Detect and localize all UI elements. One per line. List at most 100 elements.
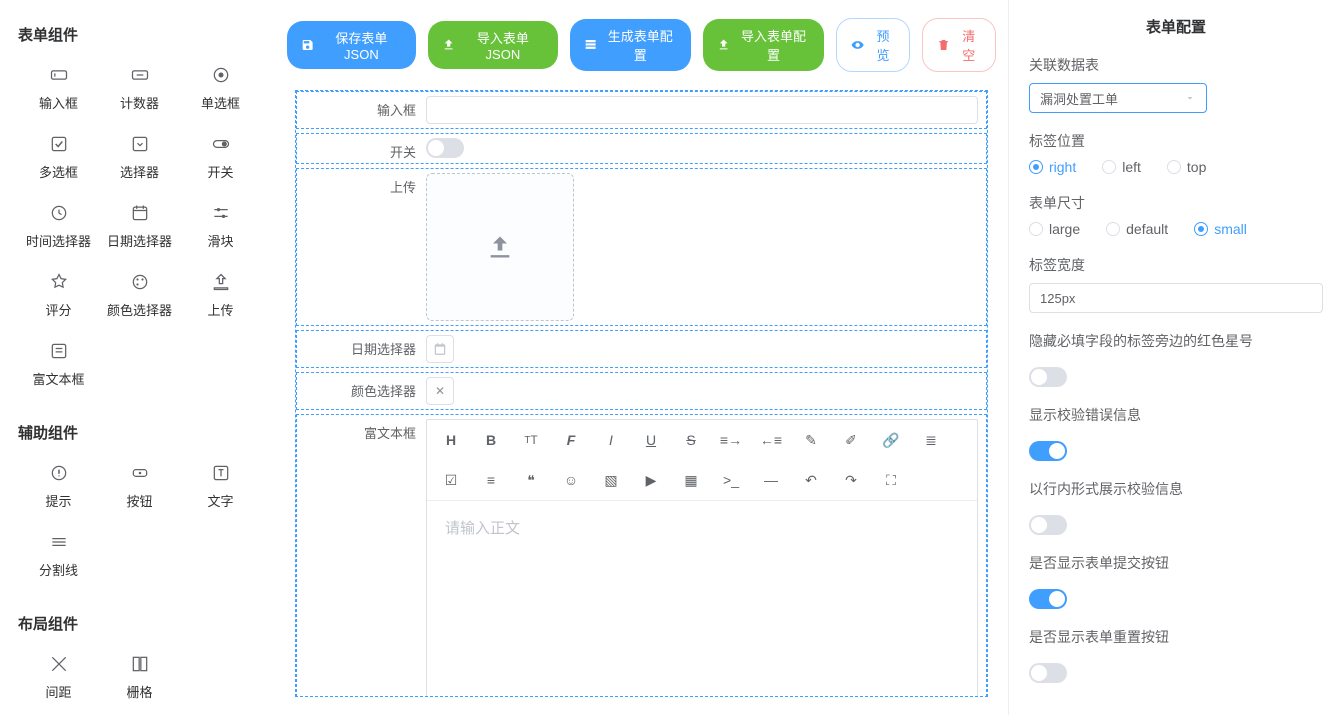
- palette-button[interactable]: 按钮: [99, 455, 180, 524]
- palette-counter[interactable]: 计数器: [99, 57, 180, 126]
- palette-radio[interactable]: 单选框: [180, 57, 261, 126]
- input-field[interactable]: [426, 96, 978, 124]
- canvas-row-color[interactable]: 颜色选择器 ✕: [296, 372, 987, 410]
- gen-config-button[interactable]: 生成表单配置: [570, 19, 691, 71]
- panel-title: 表单配置: [1009, 0, 1343, 55]
- alert-icon: [49, 463, 69, 483]
- list-icon[interactable]: ≣: [911, 420, 951, 460]
- field-label: 是否显示表单提交按钮: [1029, 553, 1323, 573]
- heading-icon[interactable]: H: [431, 420, 471, 460]
- bold-icon[interactable]: B: [471, 420, 511, 460]
- palette-rate[interactable]: 评分: [18, 264, 99, 333]
- canvas-row-label: 上传: [301, 171, 426, 196]
- label-width-input[interactable]: [1029, 283, 1323, 313]
- field-label: 隐藏必填字段的标签旁边的红色星号: [1029, 331, 1323, 351]
- outdent-icon[interactable]: ←≡: [751, 420, 791, 460]
- canvas-row-richtext[interactable]: 富文本框 HBTTFIUS≡→←≡✎✐🔗≣ ☑≡❝☺▧▶▦>_—↶↷⛶ 请输入正文: [296, 414, 987, 697]
- palette-item-label: 开关: [207, 162, 233, 181]
- align-icon[interactable]: ≡: [471, 460, 511, 500]
- brush-icon[interactable]: ✐: [831, 420, 871, 460]
- section-title-helper: 辅助组件: [18, 422, 265, 443]
- color-picker-box[interactable]: ✕: [426, 377, 454, 405]
- code-icon[interactable]: >_: [711, 460, 751, 500]
- palette-item-label: 单选框: [201, 93, 240, 112]
- palette-item-label: 滑块: [207, 231, 233, 250]
- canvas-row-switch[interactable]: 开关: [296, 133, 987, 164]
- import-json-button[interactable]: 导入表单JSON: [428, 21, 557, 69]
- rte-body[interactable]: 请输入正文: [427, 501, 977, 697]
- hr-icon[interactable]: —: [751, 460, 791, 500]
- preview-button[interactable]: 预览: [836, 18, 910, 72]
- canvas-row-label: 日期选择器: [301, 333, 426, 358]
- form-config-panel: 表单配置 关联数据表 漏洞处置工单 标签位置 right left top 表单…: [1008, 0, 1343, 715]
- emoji-icon[interactable]: ☺: [551, 460, 591, 500]
- switch-toggle[interactable]: [426, 138, 464, 158]
- undo-icon[interactable]: ↶: [791, 460, 831, 500]
- canvas-row-date[interactable]: 日期选择器: [296, 330, 987, 368]
- upload-dropzone[interactable]: [426, 173, 574, 321]
- time-picker-icon: [49, 203, 69, 223]
- redo-icon[interactable]: ↷: [831, 460, 871, 500]
- checkbox-icon: [49, 134, 69, 154]
- form-size-small[interactable]: small: [1194, 221, 1247, 237]
- palette-divider[interactable]: 分割线: [18, 524, 99, 593]
- form-size-large[interactable]: large: [1029, 221, 1080, 237]
- link-icon[interactable]: 🔗: [871, 420, 911, 460]
- date-input[interactable]: [426, 335, 454, 363]
- form-canvas[interactable]: 输入框 开关 上传 日期选择器: [295, 90, 988, 697]
- eraser-icon[interactable]: ✎: [791, 420, 831, 460]
- canvas-row-upload[interactable]: 上传: [296, 168, 987, 326]
- palette-grid[interactable]: 栅格: [99, 646, 180, 715]
- clear-button[interactable]: 清空: [922, 18, 996, 72]
- field-label: 标签宽度: [1029, 255, 1323, 275]
- todo-icon[interactable]: ☑: [431, 460, 471, 500]
- palette-slider[interactable]: 滑块: [180, 195, 261, 264]
- fontsize-icon[interactable]: TT: [511, 420, 551, 460]
- fullscreen-icon[interactable]: ⛶: [871, 460, 911, 500]
- canvas-row-input[interactable]: 输入框: [296, 91, 987, 129]
- strike-icon[interactable]: S: [671, 420, 711, 460]
- image-icon[interactable]: ▧: [591, 460, 631, 500]
- save-json-button[interactable]: 保存表单JSON: [287, 21, 416, 69]
- label-pos-top[interactable]: top: [1167, 159, 1206, 175]
- label-pos-right[interactable]: right: [1029, 159, 1076, 175]
- palette-alert[interactable]: 提示: [18, 455, 99, 524]
- hide-star-switch[interactable]: [1029, 367, 1067, 387]
- palette-switch[interactable]: 开关: [180, 126, 261, 195]
- palette-gap[interactable]: 间距: [18, 646, 99, 715]
- quote-icon[interactable]: ❝: [511, 460, 551, 500]
- upload-icon: [486, 233, 514, 261]
- import-icon: [442, 38, 455, 52]
- fontfamily-icon[interactable]: F: [551, 420, 591, 460]
- palette-item-label: 间距: [45, 682, 71, 701]
- palette-upload[interactable]: 上传: [180, 264, 261, 333]
- label-pos-left[interactable]: left: [1102, 159, 1141, 175]
- import-config-button[interactable]: 导入表单配置: [703, 19, 824, 71]
- inline-error-switch[interactable]: [1029, 515, 1067, 535]
- date-picker-icon: [130, 203, 150, 223]
- form-size-default[interactable]: default: [1106, 221, 1168, 237]
- canvas-row-label: 富文本框: [301, 417, 426, 442]
- rich-text-editor[interactable]: HBTTFIUS≡→←≡✎✐🔗≣ ☑≡❝☺▧▶▦>_—↶↷⛶ 请输入正文: [426, 419, 978, 697]
- text-icon: [211, 463, 231, 483]
- palette-checkbox[interactable]: 多选框: [18, 126, 99, 195]
- palette-text[interactable]: 文字: [180, 455, 261, 524]
- show-error-switch[interactable]: [1029, 441, 1067, 461]
- show-submit-switch[interactable]: [1029, 589, 1067, 609]
- palette-color-picker[interactable]: 颜色选择器: [99, 264, 180, 333]
- palette-input[interactable]: 输入框: [18, 57, 99, 126]
- underline-icon[interactable]: U: [631, 420, 671, 460]
- show-reset-switch[interactable]: [1029, 663, 1067, 683]
- palette-select[interactable]: 选择器: [99, 126, 180, 195]
- table-icon[interactable]: ▦: [671, 460, 711, 500]
- palette-item-label: 分割线: [39, 560, 78, 579]
- palette-richtext[interactable]: 富文本框: [18, 333, 99, 402]
- video-icon[interactable]: ▶: [631, 460, 671, 500]
- italic-icon[interactable]: I: [591, 420, 631, 460]
- palette-time-picker[interactable]: 时间选择器: [18, 195, 99, 264]
- canvas-row-label: 输入框: [301, 94, 426, 119]
- indent-icon[interactable]: ≡→: [711, 420, 751, 460]
- related-table-select[interactable]: 漏洞处置工单: [1029, 83, 1207, 113]
- palette-item-label: 上传: [207, 300, 233, 319]
- palette-date-picker[interactable]: 日期选择器: [99, 195, 180, 264]
